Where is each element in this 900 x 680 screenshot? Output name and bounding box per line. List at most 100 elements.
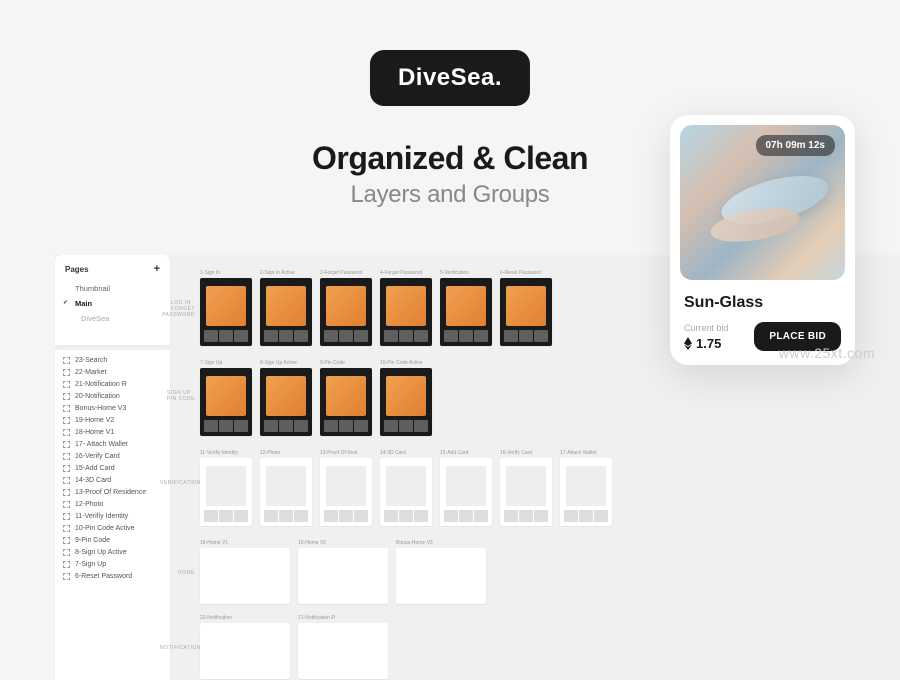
layer-item[interactable]: 7-Sign Up [55,558,170,570]
row-label: NOTIFICATION [160,645,195,651]
timer-badge: 07h 09m 12s [756,135,836,156]
frame-thumb [260,458,312,526]
layer-label: 8-Sign Up Active [75,549,127,556]
layer-label: 18-Home V1 [75,429,114,436]
frame-thumb [200,623,290,679]
frame[interactable]: 21-Notification R [298,615,388,679]
frame[interactable]: 17-Attach Wallet [560,450,612,526]
frame-thumb [320,368,372,436]
frame[interactable]: 1-Sign In [200,270,252,346]
frame-icon [63,501,70,508]
frame-label: 14-3D Card [380,450,432,456]
frame[interactable]: 5-Verification [440,270,492,346]
frame-icon [63,465,70,472]
layer-item[interactable]: Bonus-Home V3 [55,402,170,414]
frame-row: 18-Home V1 19-Home V2 Bonus-Home V3 [200,540,486,604]
frame[interactable]: 19-Home V2 [298,540,388,604]
frame[interactable]: 4-Forget Password [380,270,432,346]
page-item[interactable]: Main [55,296,170,311]
bid-label: Current bid [684,323,729,333]
layer-item[interactable]: 17- Attach Wallet [55,438,170,450]
frame[interactable]: 8-Sign Up Active [260,360,312,436]
frame-label: 3-Forget Password [320,270,372,276]
frame-label: 8-Sign Up Active [260,360,312,366]
frame-thumb [200,368,252,436]
frame[interactable]: 11-Verifiy Identity [200,450,252,526]
frame[interactable]: 12-Photo [260,450,312,526]
frame-label: 1-Sign In [200,270,252,276]
layer-item[interactable]: 18-Home V1 [55,426,170,438]
frame-icon [63,405,70,412]
frame-thumb [298,548,388,604]
ethereum-icon [684,337,692,350]
frame-thumb [440,458,492,526]
frame[interactable]: 16-Verify Card [500,450,552,526]
frame[interactable]: 14-3D Card [380,450,432,526]
layer-item[interactable]: 23-Search [55,354,170,366]
layer-item[interactable]: 13-Proof Of Residence [55,486,170,498]
frame-label: 2-Sign In Active [260,270,312,276]
page-item[interactable]: DiveSea [55,311,170,326]
layer-item[interactable]: 22-Market [55,366,170,378]
frame-label: 19-Home V2 [298,540,350,546]
add-page-button[interactable]: + [154,263,160,275]
layer-item[interactable]: 15-Add Card [55,462,170,474]
frame-thumb [440,278,492,346]
layer-item[interactable]: 12-Photo [55,498,170,510]
frame-label: 10-Pin Code Active [380,360,432,366]
layer-item[interactable]: 8-Sign Up Active [55,546,170,558]
frame-icon [63,417,70,424]
frame-thumb [500,458,552,526]
layer-item[interactable]: 10-Pin Code Active [55,522,170,534]
frame-label: 18-Home V1 [200,540,252,546]
frame-thumb [200,548,290,604]
frame-label: 15-Add Card [440,450,492,456]
frame[interactable]: 20-Notification [200,615,290,679]
frame-icon [63,477,70,484]
layer-item[interactable]: 19-Home V2 [55,414,170,426]
frame[interactable]: 9-Pin Code [320,360,372,436]
layer-label: 13-Proof Of Residence [75,489,146,496]
layer-label: 21-Notification R [75,381,127,388]
pages-list: ThumbnailMainDiveSea [55,281,170,326]
frame-thumb [380,278,432,346]
layer-label: 23-Search [75,357,107,364]
frame-icon [63,549,70,556]
layer-label: 17- Attach Wallet [75,441,128,448]
frame-icon [63,561,70,568]
frame-row: 20-Notification 21-Notification R [200,615,388,679]
row-label: VERIFICATION [160,480,195,486]
frame[interactable]: 6-Reset Password [500,270,552,346]
page-item[interactable]: Thumbnail [55,281,170,296]
pages-header: Pages + [55,263,170,281]
layer-item[interactable]: 20-Notification [55,390,170,402]
frame-label: 6-Reset Password [500,270,552,276]
layer-label: 9-Pin Code [75,537,110,544]
frame[interactable]: 13-Proof Of Resi [320,450,372,526]
layer-item[interactable]: 6-Reset Password [55,570,170,582]
layer-label: Bonus-Home V3 [75,405,126,412]
layer-label: 10-Pin Code Active [75,525,135,532]
frame[interactable]: 2-Sign In Active [260,270,312,346]
layer-item[interactable]: 21-Notification R [55,378,170,390]
frame-thumb [298,623,388,679]
frame[interactable]: 15-Add Card [440,450,492,526]
frame-icon [63,393,70,400]
layer-item[interactable]: 11-Verifiy Identity [55,510,170,522]
frame[interactable]: Bonus-Home V3 [396,540,486,604]
frame-row: 7-Sign Up 8-Sign Up Active 9-Pin Code 10-Pi… [200,360,432,436]
frame-icon [63,429,70,436]
layer-item[interactable]: 14-3D Card [55,474,170,486]
frame-thumb [260,368,312,436]
layer-label: 6-Reset Password [75,573,132,580]
frame-icon [63,537,70,544]
layer-item[interactable]: 9-Pin Code [55,534,170,546]
frame[interactable]: 3-Forget Password [320,270,372,346]
frame[interactable]: 18-Home V1 [200,540,290,604]
frame-label: 21-Notification R [298,615,350,621]
row-label: LOG IN · FORGET PASSWORD [160,300,195,318]
layer-item[interactable]: 16-Verify Card [55,450,170,462]
frame-label: 17-Attach Wallet [560,450,612,456]
frame[interactable]: 7-Sign Up [200,360,252,436]
frame[interactable]: 10-Pin Code Active [380,360,432,436]
